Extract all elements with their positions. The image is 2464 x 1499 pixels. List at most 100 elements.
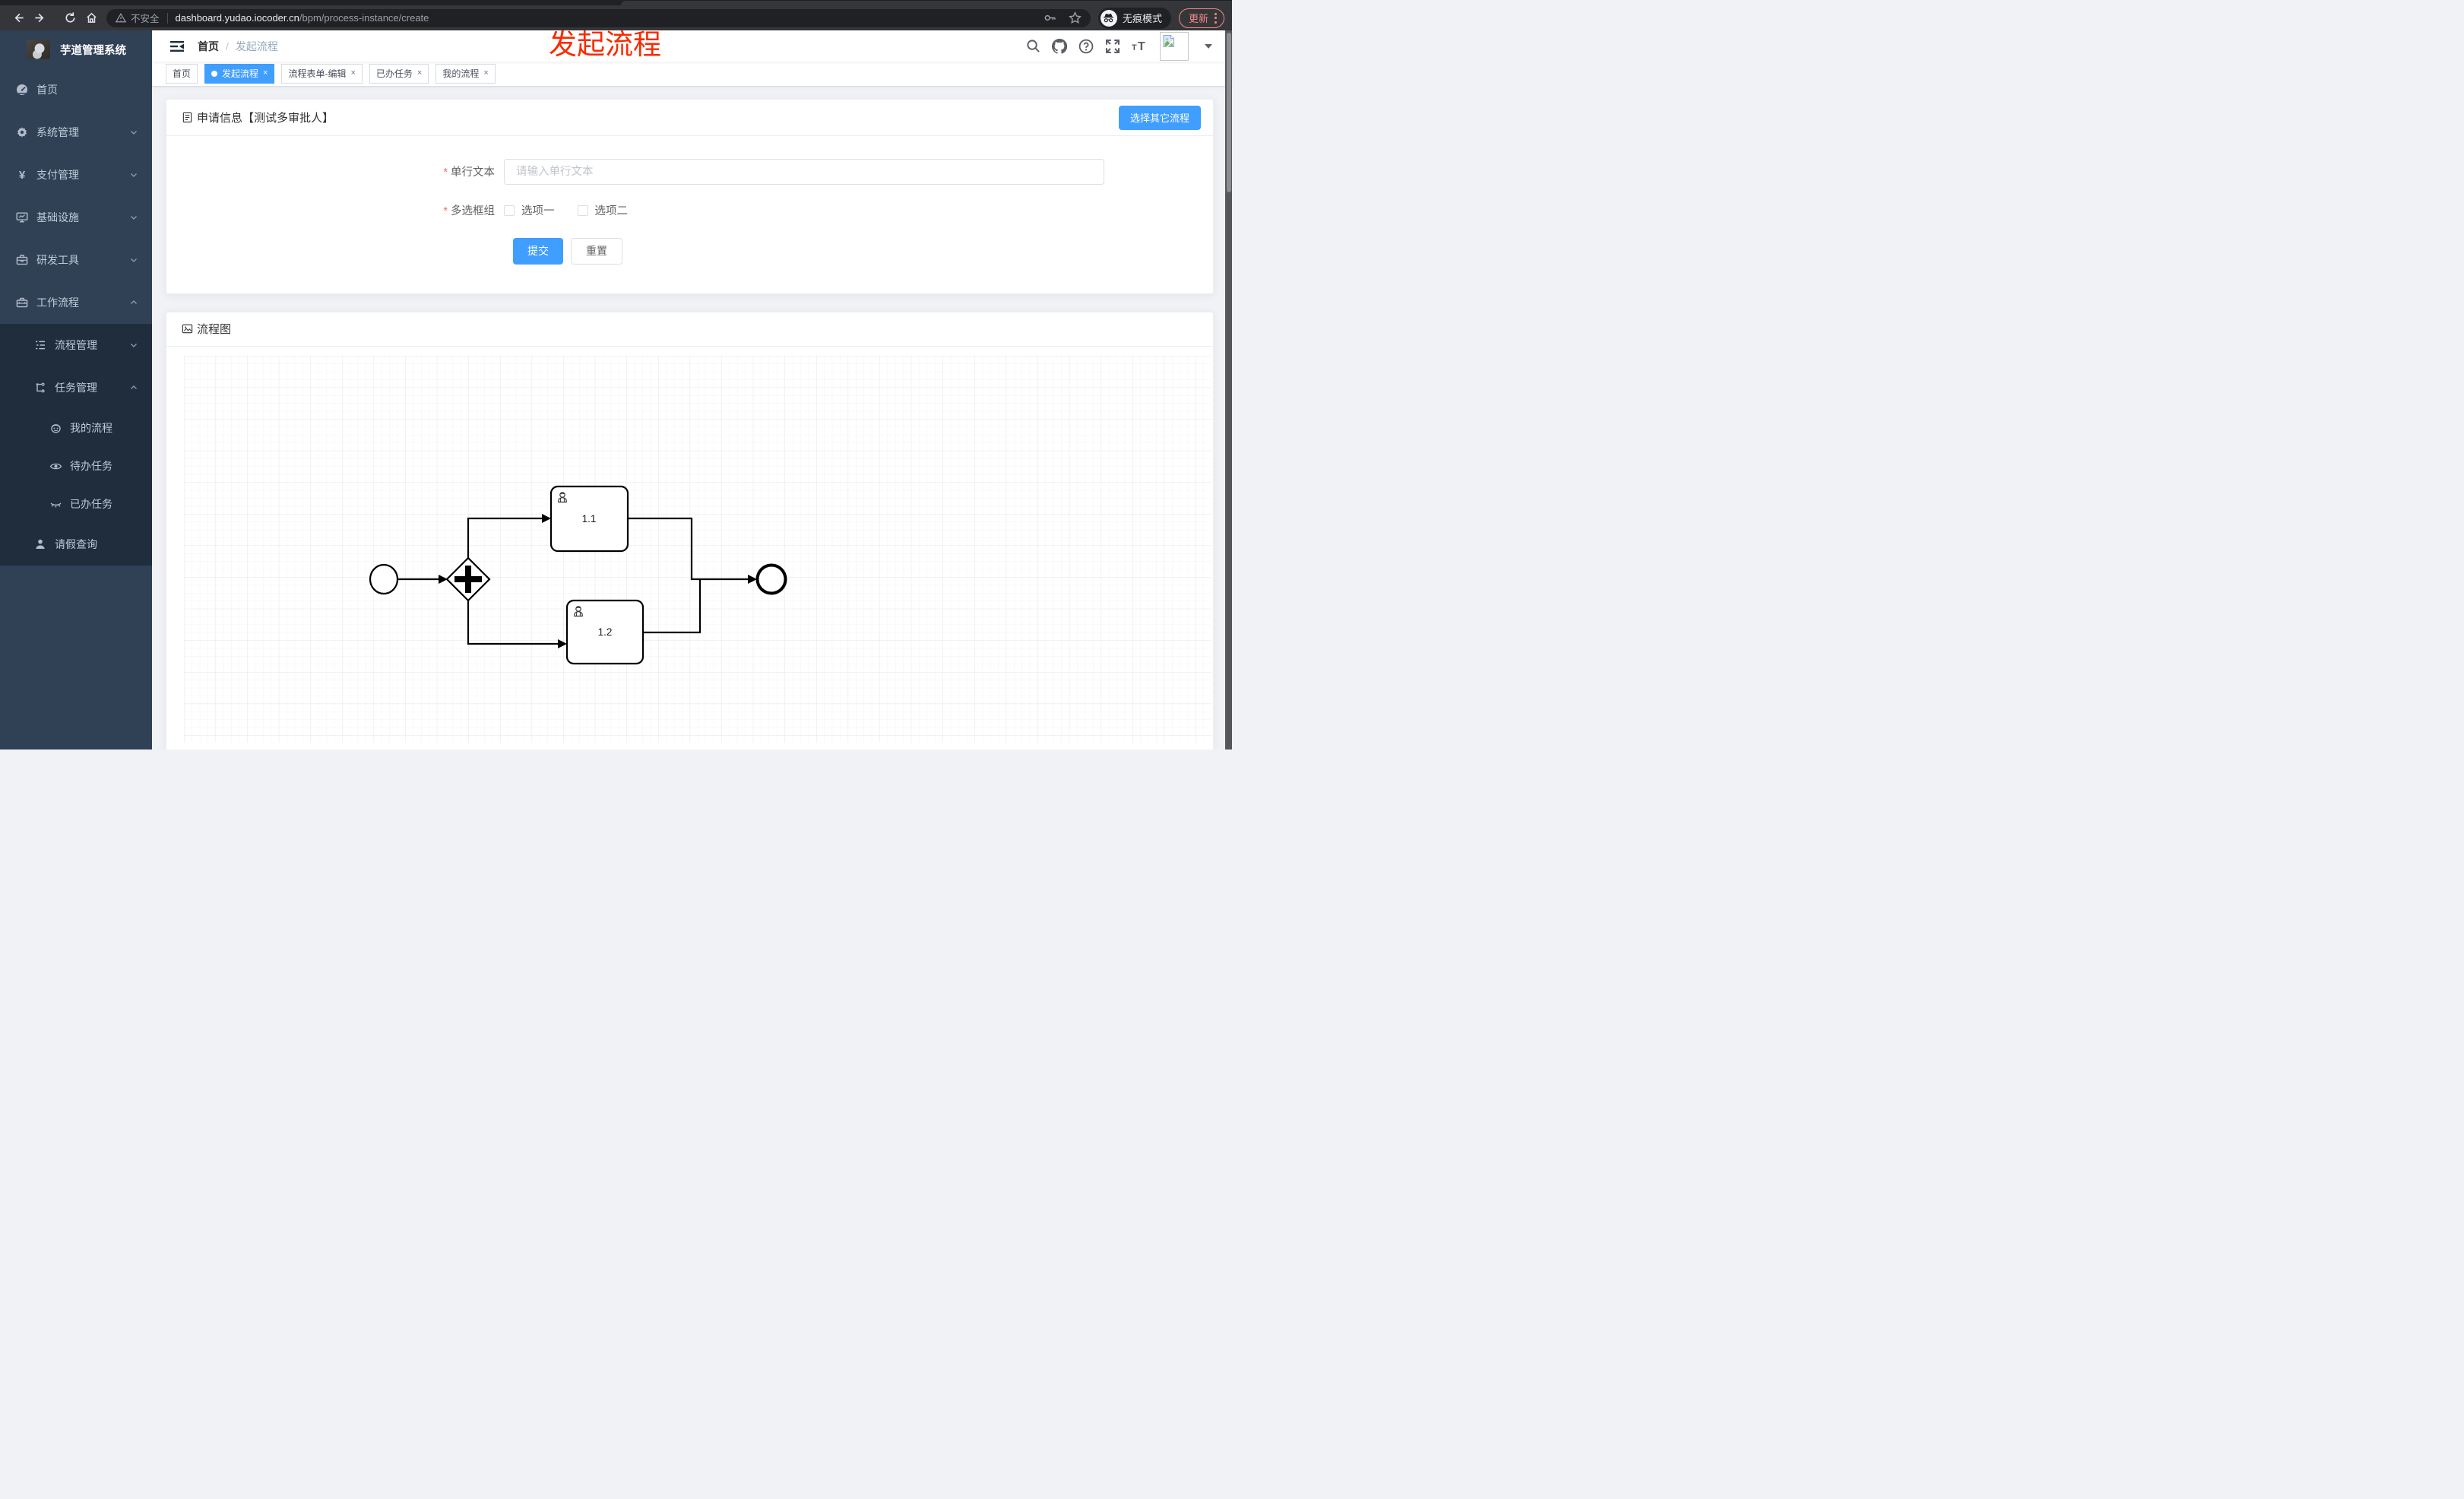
sidebar-item-system[interactable]: 系统管理 xyxy=(0,111,152,154)
sidebar-item-label: 流程管理 xyxy=(55,339,97,351)
workflow-submenu: 流程管理 任务管理 我的流程 待办任务 已办任务 请假查询 xyxy=(0,324,152,566)
user-task-1-2[interactable]: 1.2 xyxy=(565,599,645,664)
sidebar-item-my-process[interactable]: 我的流程 xyxy=(0,409,152,447)
sidebar-item-label: 首页 xyxy=(36,84,58,96)
gear-icon xyxy=(15,126,29,138)
question-icon xyxy=(1078,39,1094,53)
bookmark-star-icon[interactable] xyxy=(1069,11,1082,24)
avatar-dropdown-caret[interactable] xyxy=(1205,43,1212,49)
sidebar-item-payment[interactable]: ¥ 支付管理 xyxy=(0,154,152,196)
svg-text:T: T xyxy=(1138,40,1145,53)
tag-form-edit[interactable]: 流程表单-编辑 × xyxy=(281,63,363,84)
tag-start-process[interactable]: 发起流程 × xyxy=(204,63,275,84)
home-button[interactable] xyxy=(81,8,102,29)
window-scrollbar[interactable] xyxy=(1225,30,1232,750)
close-icon[interactable]: × xyxy=(263,69,268,78)
sidebar: 芋道管理系统 首页 系统管理 ¥ 支付管理 基础设施 研发工具 工作流程 流程管… xyxy=(0,30,152,750)
hamburger-icon xyxy=(170,40,184,52)
app-logo-row[interactable]: 芋道管理系统 xyxy=(0,30,152,68)
scrollbar-thumb[interactable] xyxy=(1226,33,1231,192)
github-icon xyxy=(1052,38,1067,54)
checkbox-icon[interactable] xyxy=(577,204,588,216)
reload-button[interactable] xyxy=(59,8,81,29)
forward-icon xyxy=(34,13,43,23)
checkbox-icon[interactable] xyxy=(504,204,515,216)
breadcrumb-separator: / xyxy=(226,40,229,52)
picture-icon xyxy=(182,324,193,334)
incognito-label: 无痕模式 xyxy=(1122,13,1162,24)
task-label: 1.1 xyxy=(582,513,597,524)
fullscreen-icon xyxy=(1106,39,1120,53)
password-key-icon[interactable] xyxy=(1044,11,1056,24)
active-tag-dot xyxy=(211,70,218,77)
end-event-node[interactable] xyxy=(755,563,787,595)
sidebar-item-dev-tools[interactable]: 研发工具 xyxy=(0,239,152,281)
update-button[interactable]: 更新 xyxy=(1178,8,1224,28)
breadcrumb-home[interactable]: 首页 xyxy=(198,39,219,54)
dashboard-icon xyxy=(15,84,29,96)
reset-button[interactable]: 重置 xyxy=(571,237,622,265)
sidebar-item-label: 我的流程 xyxy=(70,422,112,434)
close-icon[interactable]: × xyxy=(483,69,488,78)
robot-face-icon xyxy=(49,422,62,435)
grid-background xyxy=(184,355,1211,743)
sidebar-item-home[interactable]: 首页 xyxy=(0,68,152,111)
submit-button[interactable]: 提交 xyxy=(513,237,563,265)
single-line-text-input[interactable] xyxy=(504,158,1104,185)
chevron-up-icon xyxy=(129,298,138,307)
close-icon[interactable]: × xyxy=(417,69,422,78)
task-label: 1.2 xyxy=(598,626,613,638)
bpmn-canvas[interactable]: 1.1 1.2 xyxy=(184,355,1211,746)
sidebar-item-done-tasks[interactable]: 已办任务 xyxy=(0,485,152,523)
back-button[interactable] xyxy=(8,8,29,29)
sidebar-item-leave-query[interactable]: 请假查询 xyxy=(0,523,152,566)
sidebar-item-label: 工作流程 xyxy=(36,296,79,309)
sidebar-item-task-management[interactable]: 任务管理 xyxy=(0,366,152,409)
breadcrumb-current: 发起流程 xyxy=(235,40,278,52)
github-button[interactable] xyxy=(1052,38,1067,54)
forward-button[interactable] xyxy=(29,8,50,29)
browser-active-tab[interactable] xyxy=(621,1,1232,5)
search-icon xyxy=(1027,40,1040,52)
user-avatar[interactable] xyxy=(1160,31,1189,61)
briefcase-icon xyxy=(15,254,29,266)
tag-my-process[interactable]: 我的流程 × xyxy=(435,63,496,84)
sidebar-item-infrastructure[interactable]: 基础设施 xyxy=(0,196,152,239)
help-button[interactable] xyxy=(1078,39,1094,54)
incognito-badge: 无痕模式 xyxy=(1097,7,1171,29)
tags-view: 首页 发起流程 × 流程表单-编辑 × 已办任务 × 我的流程 × xyxy=(152,62,1232,87)
sidebar-item-todo-tasks[interactable]: 待办任务 xyxy=(0,447,152,485)
chevron-down-icon xyxy=(129,128,138,137)
tag-home[interactable]: 首页 xyxy=(166,63,198,84)
sidebar-item-label: 基础设施 xyxy=(36,211,79,223)
tag-done-tasks[interactable]: 已办任务 × xyxy=(369,63,429,84)
sidebar-item-label: 任务管理 xyxy=(55,382,97,394)
omnibox-divider xyxy=(166,12,168,24)
choose-other-process-button[interactable]: 选择其它流程 xyxy=(1118,105,1201,130)
sidebar-item-process-management[interactable]: 流程管理 xyxy=(0,324,152,366)
tree-icon xyxy=(33,382,47,394)
fullscreen-button[interactable] xyxy=(1105,39,1120,54)
checkbox-group-label: * 多选框组 xyxy=(443,205,495,218)
start-event-node[interactable] xyxy=(369,563,399,594)
sidebar-item-label: 已办任务 xyxy=(70,498,112,510)
search-button[interactable] xyxy=(1026,39,1040,53)
chevron-down-icon xyxy=(129,341,138,350)
reload-icon xyxy=(65,12,75,23)
page-annotation-title: 发起流程 xyxy=(549,29,661,60)
user-icon xyxy=(33,538,47,550)
back-icon xyxy=(14,13,24,23)
font-size-button[interactable]: TT xyxy=(1132,39,1148,54)
sidebar-item-label: 支付管理 xyxy=(36,169,79,181)
sidebar-toggle-button[interactable] xyxy=(164,30,190,62)
checkbox-option-2[interactable]: 选项二 xyxy=(577,202,628,218)
checkbox-option-1[interactable]: 选项一 xyxy=(504,202,555,218)
sidebar-item-workflow[interactable]: 工作流程 xyxy=(0,281,152,324)
update-label: 更新 xyxy=(1188,13,1208,24)
home-icon xyxy=(86,12,97,23)
chevron-down-icon xyxy=(129,255,138,265)
svg-text:T: T xyxy=(1132,43,1137,52)
user-task-1-1[interactable]: 1.1 xyxy=(549,485,629,552)
chrome-menu-icon[interactable] xyxy=(1215,12,1217,24)
close-icon[interactable]: × xyxy=(350,69,355,78)
